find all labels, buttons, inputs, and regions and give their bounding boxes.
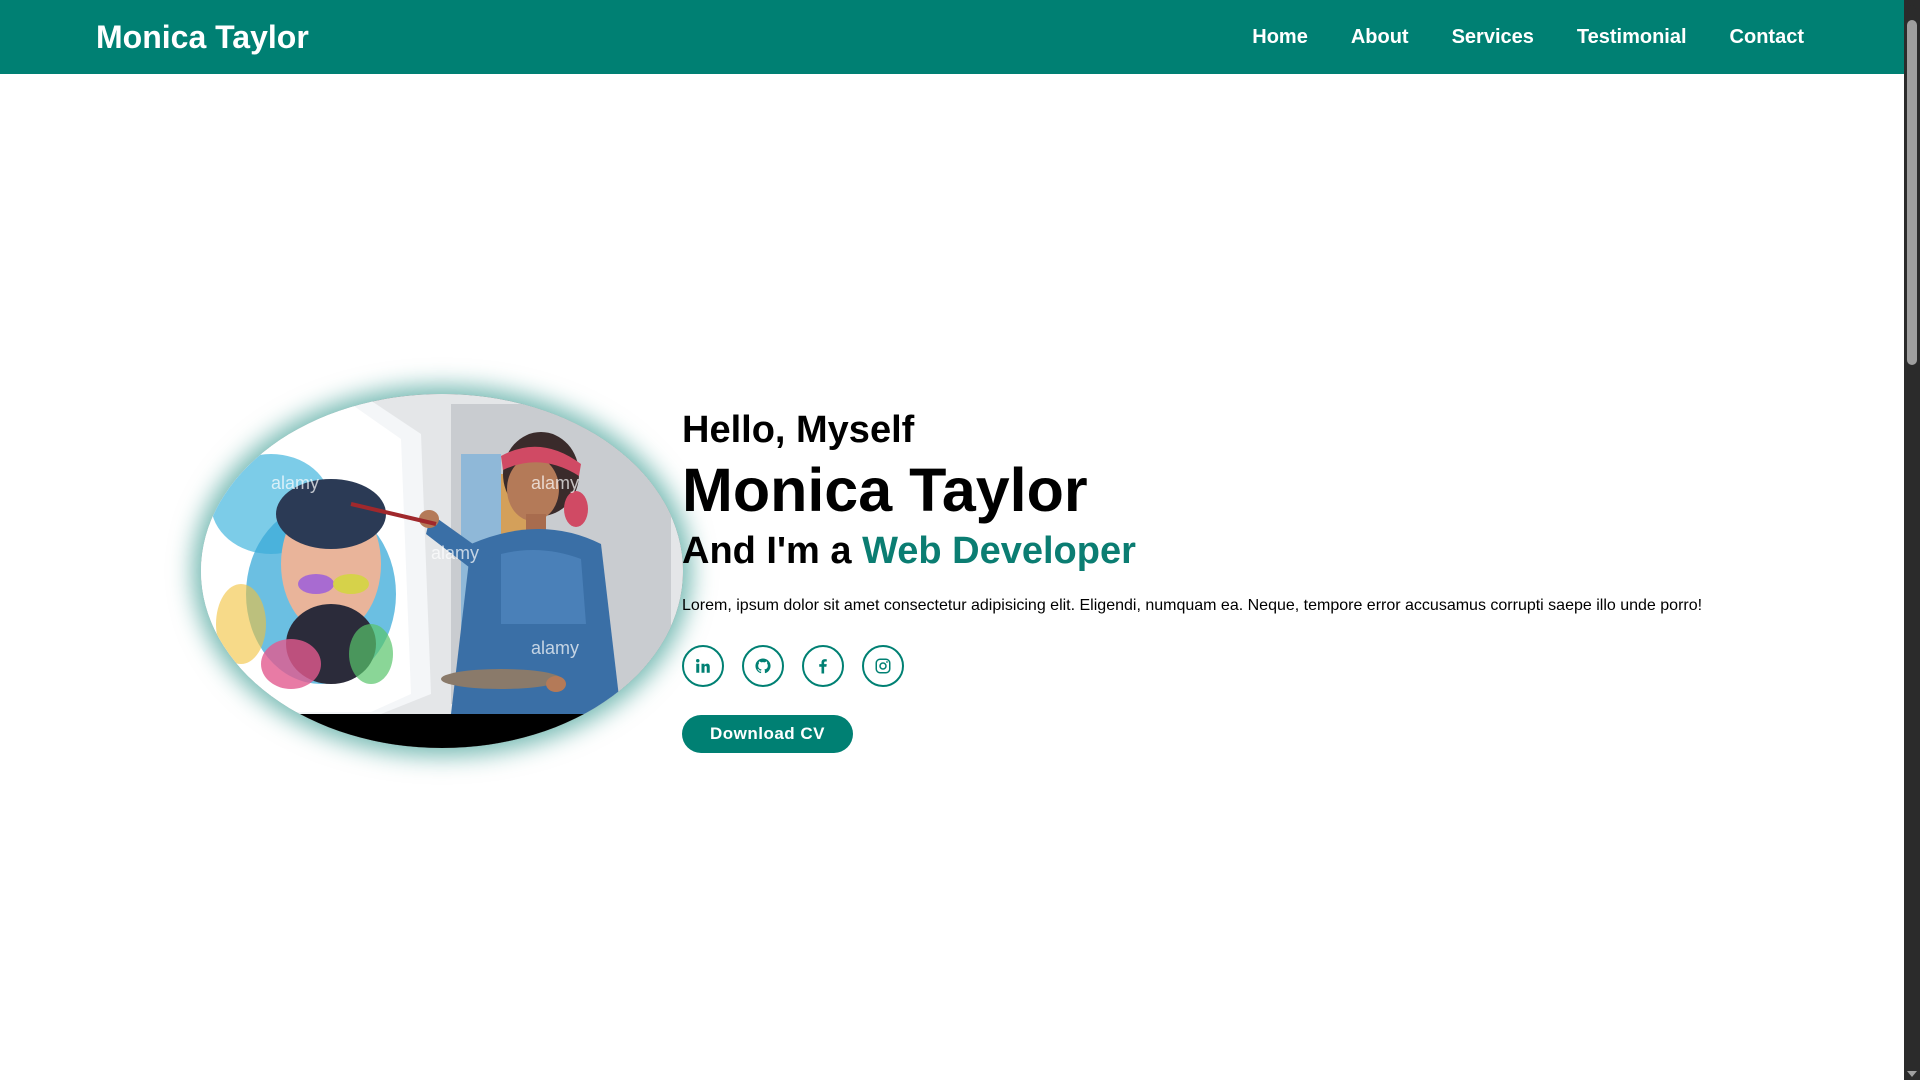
nav-link-about[interactable]: About — [1351, 26, 1409, 49]
github-icon — [755, 658, 771, 674]
watermark-text: alamy — [531, 638, 579, 658]
linkedin-icon — [696, 659, 710, 673]
role-highlight: Web Developer — [862, 530, 1136, 572]
scroll-up-arrow-icon[interactable] — [1907, 4, 1917, 10]
scroll-thumb[interactable] — [1907, 20, 1917, 365]
watermark-text: alamy — [531, 473, 579, 493]
profile-image: alamy alamy alamy alamy — [201, 394, 683, 748]
scroll-down-arrow-icon[interactable] — [1907, 1071, 1917, 1077]
description: Lorem, ipsum dolor sit amet consectetur … — [682, 597, 1703, 614]
instagram-link[interactable] — [862, 645, 904, 687]
hero-text: Hello, Myself Monica Taylor And I'm a We… — [682, 405, 1832, 753]
github-link[interactable] — [742, 645, 784, 687]
nav-links: Home About Services Testimonial Contact — [1252, 26, 1804, 49]
facebook-icon — [819, 659, 827, 674]
navbar: Monica Taylor Home About Services Testim… — [0, 0, 1904, 74]
scrollbar[interactable] — [1904, 0, 1920, 1080]
download-cv-button[interactable]: Download CV — [682, 715, 853, 753]
page: Monica Taylor Home About Services Testim… — [0, 0, 1920, 1080]
nav-link-contact[interactable]: Contact — [1730, 26, 1804, 49]
social-links — [682, 645, 1832, 687]
nav-link-testimonial[interactable]: Testimonial — [1577, 26, 1687, 49]
role-line: And I'm a Web Developer — [682, 525, 1832, 577]
instagram-icon — [875, 658, 891, 674]
linkedin-link[interactable] — [682, 645, 724, 687]
hero-name: Monica Taylor — [682, 456, 1088, 524]
watermark-text: alamy — [271, 473, 319, 493]
nav-link-services[interactable]: Services — [1452, 26, 1534, 49]
role-prefix: And I'm a — [682, 530, 863, 572]
brand-logo[interactable]: Monica Taylor — [96, 19, 309, 56]
facebook-link[interactable] — [802, 645, 844, 687]
nav-link-home[interactable]: Home — [1252, 26, 1308, 49]
greeting: Hello, Myself — [682, 409, 915, 451]
watermark-text: alamy — [431, 543, 479, 563]
